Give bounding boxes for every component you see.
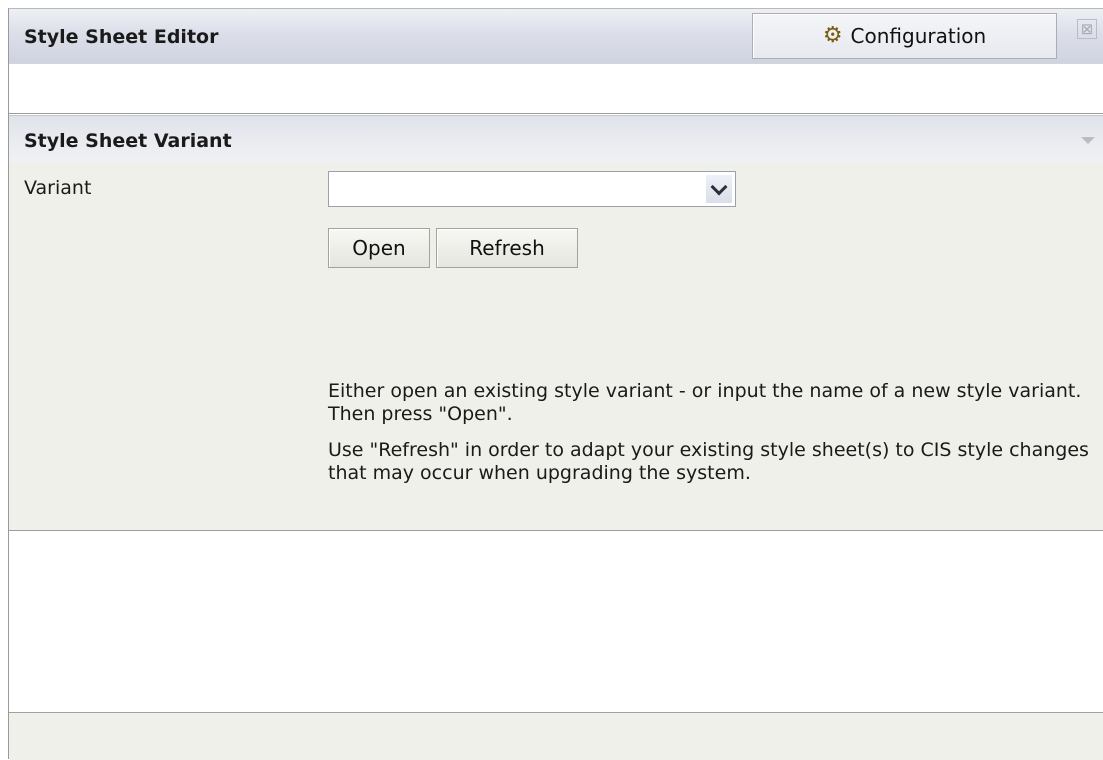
variant-label: Variant bbox=[24, 177, 92, 199]
section-title: Style Sheet Variant bbox=[24, 130, 232, 152]
close-icon[interactable]: ⊠ bbox=[1077, 19, 1097, 39]
open-button[interactable]: Open bbox=[328, 228, 430, 268]
section-body: Variant Open Refresh Either open an exis… bbox=[9, 163, 1103, 531]
title-bar: Style Sheet Editor ⚙ Configuration ⊠ bbox=[9, 9, 1103, 64]
help-text-refresh: Use "Refresh" in order to adapt your exi… bbox=[328, 439, 1089, 484]
chevron-down-icon bbox=[710, 178, 728, 195]
content-area bbox=[9, 531, 1103, 713]
refresh-button[interactable]: Refresh bbox=[436, 228, 578, 268]
style-sheet-editor-window: Style Sheet Editor ⚙ Configuration ⊠ Sty… bbox=[8, 8, 1103, 760]
collapse-arrow-icon[interactable] bbox=[1081, 137, 1095, 144]
configuration-button-label: Configuration bbox=[850, 24, 987, 48]
help-text-open: Either open an existing style variant - … bbox=[328, 380, 1082, 425]
window-title: Style Sheet Editor bbox=[24, 26, 219, 48]
status-bar bbox=[9, 713, 1103, 760]
section-header[interactable]: Style Sheet Variant bbox=[9, 115, 1103, 163]
toolbar-strip bbox=[9, 64, 1103, 114]
gears-icon: ⚙ bbox=[822, 23, 843, 48]
variant-select[interactable] bbox=[328, 171, 736, 207]
configuration-button[interactable]: ⚙ Configuration bbox=[752, 13, 1057, 59]
dropdown-arrow-icon[interactable] bbox=[706, 175, 732, 203]
